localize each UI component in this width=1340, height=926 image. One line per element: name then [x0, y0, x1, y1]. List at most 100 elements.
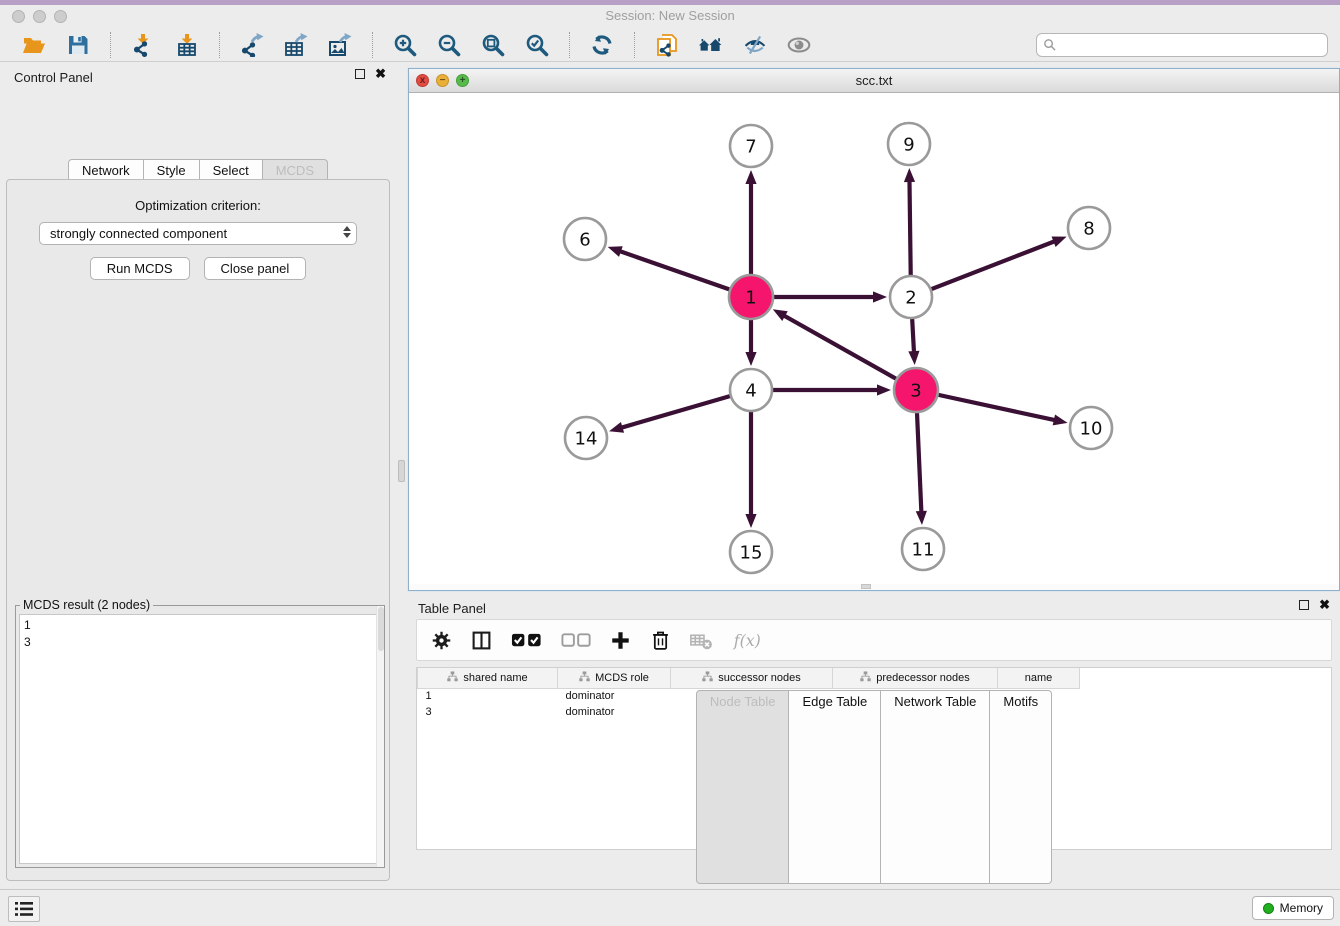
select-all-rows-icon[interactable] — [511, 630, 542, 651]
mcds-tab-pane: Optimization criterion: strongly connect… — [6, 179, 390, 881]
open-file-icon[interactable] — [20, 31, 48, 59]
table-tab-network-table[interactable]: Network Table — [881, 690, 990, 884]
control-panel-title: Control Panel — [14, 70, 93, 85]
export-network-icon[interactable] — [238, 31, 266, 59]
table-panel: Table Panel ✖ f(x) shared nameMCDS roles… — [408, 593, 1340, 889]
table-tab-node-table[interactable]: Node Table — [696, 690, 790, 884]
table-tabs: Node TableEdge TableNetwork TableMotifs — [408, 690, 1340, 884]
node-label-6: 6 — [579, 229, 590, 250]
add-row-icon[interactable] — [610, 630, 631, 651]
edge-arrow-2-9 — [904, 168, 915, 182]
toolbar-separator — [219, 32, 220, 58]
table-panel-title: Table Panel — [418, 601, 486, 616]
column-visibility-icon[interactable] — [471, 630, 492, 651]
panel-menu-button[interactable] — [8, 896, 40, 922]
edge-4-14[interactable] — [621, 396, 730, 428]
import-table-icon[interactable] — [173, 31, 201, 59]
edge-arrow-2-3 — [908, 351, 919, 365]
toolbar-separator — [372, 32, 373, 58]
edge-2-8[interactable] — [932, 241, 1056, 289]
network-canvas[interactable]: 7968124314101511 — [409, 93, 1339, 584]
control-panel: Control Panel ✖ NetworkStyleSelectMCDS O… — [0, 62, 396, 889]
network-close-icon[interactable]: x — [416, 74, 429, 87]
clone-network-icon[interactable] — [653, 31, 681, 59]
deselect-all-rows-icon[interactable] — [561, 630, 592, 651]
edge-arrow-2-8 — [1052, 237, 1067, 247]
export-table-icon[interactable] — [282, 31, 310, 59]
main-toolbar — [0, 28, 1340, 62]
delete-row-icon[interactable] — [650, 630, 671, 651]
node-label-9: 9 — [903, 134, 914, 155]
network-window-titlebar[interactable]: x − + scc.txt — [409, 69, 1339, 93]
edge-arrow-1-2 — [873, 291, 887, 302]
close-panel-icon[interactable]: ✖ — [375, 69, 386, 79]
search-field — [1036, 33, 1328, 57]
node-label-14: 14 — [575, 428, 598, 449]
toolbar-separator — [110, 32, 111, 58]
column-header-successor-nodes[interactable]: successor nodes — [671, 668, 833, 688]
zoom-selected-icon[interactable] — [523, 31, 551, 59]
network-window-edge — [409, 584, 1339, 590]
table-tab-edge-table[interactable]: Edge Table — [789, 690, 881, 884]
edge-2-9[interactable] — [909, 180, 910, 275]
edge-arrow-3-11 — [916, 511, 927, 525]
edge-3-1[interactable] — [783, 315, 896, 379]
node-label-1: 1 — [745, 287, 756, 308]
table-close-panel-icon[interactable]: ✖ — [1319, 600, 1330, 610]
memory-button[interactable]: Memory — [1252, 896, 1334, 920]
show-display-icon[interactable] — [785, 31, 813, 59]
save-session-icon[interactable] — [64, 31, 92, 59]
edge-arrow-1-4 — [745, 352, 756, 366]
close-panel-button[interactable]: Close panel — [204, 257, 307, 280]
edge-2-3[interactable] — [912, 319, 914, 353]
run-mcds-button[interactable]: Run MCDS — [90, 257, 190, 280]
mcds-result-text[interactable]: 1 3 — [19, 614, 381, 864]
edge-3-10[interactable] — [938, 395, 1055, 420]
export-image-icon[interactable] — [326, 31, 354, 59]
panel-divider[interactable] — [396, 62, 408, 889]
edge-arrow-1-7 — [745, 170, 756, 184]
network-resize-grip[interactable] — [861, 584, 871, 589]
divider-grip[interactable] — [398, 460, 405, 482]
column-header-shared-name[interactable]: shared name — [418, 668, 558, 688]
node-label-2: 2 — [905, 287, 916, 308]
node-label-10: 10 — [1080, 418, 1103, 439]
node-label-7: 7 — [745, 136, 756, 157]
edge-arrow-4-15 — [745, 514, 756, 528]
hide-display-icon[interactable] — [741, 31, 769, 59]
column-header-predecessor-nodes[interactable]: predecessor nodes — [833, 668, 998, 688]
import-network-icon[interactable] — [129, 31, 157, 59]
table-tab-motifs[interactable]: Motifs — [990, 690, 1052, 884]
toolbar-separator — [634, 32, 635, 58]
mcds-result-group: MCDS result (2 nodes) 1 3 — [15, 605, 385, 868]
network-window-title: scc.txt — [409, 69, 1339, 88]
optimization-criterion-label: Optimization criterion: — [7, 198, 389, 213]
delete-table-icon[interactable] — [690, 630, 713, 651]
zoom-fit-icon[interactable] — [479, 31, 507, 59]
function-builder-icon[interactable]: f(x) — [732, 630, 764, 651]
optimization-criterion-dropdown[interactable]: strongly connected component — [39, 222, 357, 245]
node-label-8: 8 — [1083, 218, 1094, 239]
toolbar-separator — [569, 32, 570, 58]
home-icon[interactable] — [697, 31, 725, 59]
float-panel-icon[interactable] — [355, 69, 365, 79]
network-maximize-icon[interactable]: + — [456, 74, 469, 87]
mcds-result-title: MCDS result (2 nodes) — [20, 598, 153, 612]
table-settings-gear-icon[interactable] — [431, 630, 452, 651]
dropdown-value: strongly connected component — [50, 226, 227, 241]
column-header-MCDS-role[interactable]: MCDS role — [558, 668, 671, 688]
edge-1-6[interactable] — [619, 251, 729, 290]
refresh-layout-icon[interactable] — [588, 31, 616, 59]
network-minimize-icon[interactable]: − — [436, 74, 449, 87]
zoom-in-icon[interactable] — [391, 31, 419, 59]
edge-3-11[interactable] — [917, 413, 921, 513]
result-scrollbar[interactable] — [376, 606, 384, 867]
zoom-out-icon[interactable] — [435, 31, 463, 59]
search-input[interactable] — [1036, 33, 1328, 57]
dropdown-arrows-icon — [343, 226, 351, 238]
window-titlebar: Session: New Session — [0, 5, 1340, 28]
table-float-panel-icon[interactable] — [1299, 600, 1309, 610]
column-header-name[interactable]: name — [998, 668, 1080, 688]
table-toolbar: f(x) — [416, 619, 1332, 661]
network-view-window: x − + scc.txt 7968124314101511 — [408, 68, 1340, 591]
